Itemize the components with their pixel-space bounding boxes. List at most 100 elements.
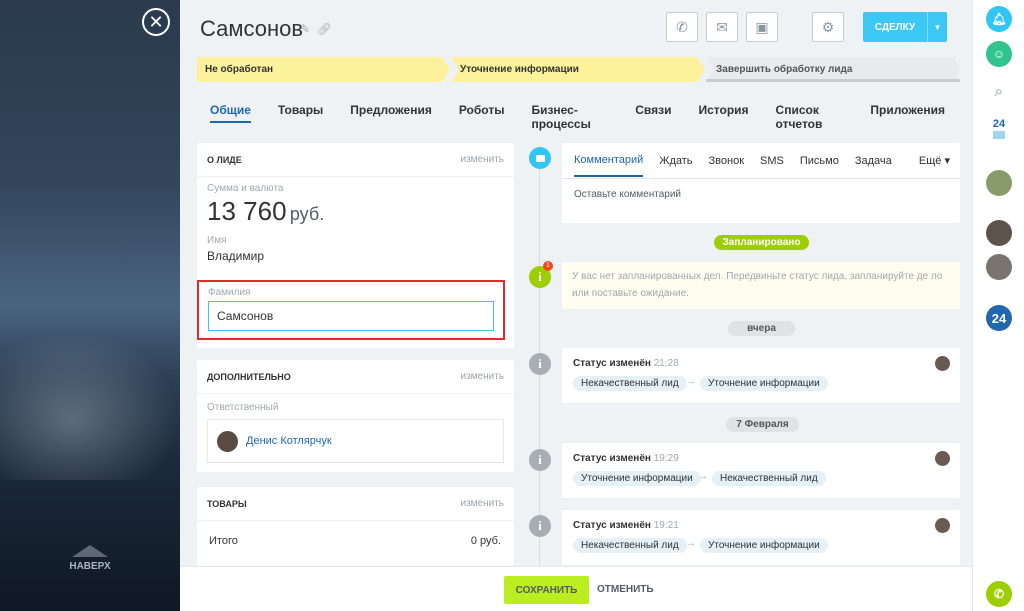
- arrow-right-icon: →: [686, 538, 696, 549]
- tab-robots[interactable]: Роботы: [459, 103, 505, 123]
- edit-link[interactable]: изменить: [460, 154, 504, 165]
- more-label: Ещё: [918, 155, 942, 167]
- comment-icon: [529, 147, 551, 169]
- chat-icon: ☺: [992, 47, 1006, 61]
- timeline-item: Статус изменён 19:21 Некачественный лид …: [562, 510, 960, 565]
- timeline-item: Статус изменён 19:29 Уточнение информаци…: [562, 443, 960, 498]
- name-value: Владимир: [207, 249, 265, 263]
- background-glow: [0, 330, 180, 480]
- chevron-down-icon[interactable]: ▼: [927, 12, 947, 42]
- timeline-item: Статус изменён 21:28 Некачественный лид …: [562, 348, 960, 403]
- planned-badge: Запланировано: [714, 235, 809, 250]
- responsible-link[interactable]: Денис Котлярчук: [246, 435, 332, 447]
- comment-input[interactable]: Оставьте комментарий: [562, 179, 960, 210]
- activity-tab-wait[interactable]: Ждать: [659, 155, 692, 167]
- activity-tab-sms[interactable]: SMS: [760, 155, 784, 167]
- avatar[interactable]: [986, 170, 1012, 196]
- bitrix24-button[interactable]: 24: [986, 305, 1012, 331]
- card-header: ТОВАРЫ изменить: [197, 487, 514, 521]
- back-to-top-button[interactable]: НАВЕРХ: [55, 545, 125, 572]
- tab-offers[interactable]: Предложения: [350, 103, 432, 123]
- avatar: [935, 518, 950, 533]
- additional-card: ДОПОЛНИТЕЛЬНО изменить Ответственный Дени…: [197, 360, 514, 472]
- activity-tab-task[interactable]: Задача: [855, 155, 892, 167]
- activity-editor: Комментарий Ждать Звонок SMS Письмо Зада…: [562, 143, 960, 223]
- edit-pencil-icon[interactable]: ✎: [300, 22, 310, 36]
- status-time: 19:29: [653, 453, 679, 464]
- settings-button[interactable]: ⚙: [812, 12, 844, 42]
- email-button[interactable]: ✉: [706, 12, 738, 42]
- convert-to-deal-button[interactable]: СДЕЛКУ ▼: [863, 12, 947, 42]
- card-title: ДОПОЛНИТЕЛЬНО: [207, 371, 291, 382]
- total-value: 0 руб.: [470, 535, 501, 547]
- tab-bar: Общие Товары Предложения Роботы Бизнес-п…: [200, 103, 972, 131]
- status-from: Некачественный лид: [573, 376, 687, 391]
- name-label: Имя: [207, 235, 227, 246]
- amount-value: 13 760: [207, 196, 287, 226]
- arrow-right-icon: →: [686, 376, 696, 387]
- card-title: ТОВАРЫ: [207, 498, 247, 509]
- bell-icon: 🔔︎: [991, 12, 1007, 26]
- search-button[interactable]: ⌕: [986, 78, 1012, 104]
- lines-icon: [993, 131, 1005, 139]
- info-icon: i: [529, 353, 551, 375]
- date-separator-feb7: 7 Февраля: [726, 417, 799, 432]
- up-arrow-icon: [72, 545, 108, 557]
- tab-general[interactable]: Общие: [210, 103, 251, 123]
- no-plans-notice: У вас нет запланированных дел. Передвинь…: [562, 262, 960, 309]
- card-title: О ЛИДЕ: [207, 154, 242, 165]
- tab-business-processes[interactable]: Бизнес-процессы: [531, 103, 608, 131]
- surname-input[interactable]: Самсонов: [208, 301, 494, 331]
- right-sidebar: 🔔︎ ☺ ⌕ 24 24 ✆: [972, 0, 1024, 611]
- activity-more[interactable]: Ещё ▾: [919, 154, 950, 167]
- notice-counter: 1: [543, 261, 553, 271]
- status-title: Статус изменён: [573, 453, 651, 464]
- avatar: [935, 451, 950, 466]
- chat-icon: ▣: [755, 18, 769, 35]
- date-separator-yesterday: вчера: [728, 321, 795, 336]
- tab-history[interactable]: История: [698, 103, 748, 123]
- tab-products[interactable]: Товары: [278, 103, 323, 123]
- responsible-field[interactable]: Денис Котлярчук: [207, 419, 504, 463]
- back-to-top-label: НАВЕРХ: [69, 561, 111, 572]
- bitrix24-open-lines[interactable]: 24: [986, 118, 1012, 139]
- status-to: Некачественный лид: [712, 471, 826, 486]
- status-title: Статус изменён: [573, 358, 651, 369]
- envelope-icon: ✉: [716, 18, 728, 35]
- products-card: ТОВАРЫ изменить Итого 0 руб.: [197, 487, 514, 566]
- avatar[interactable]: [986, 254, 1012, 280]
- call-button[interactable]: ✆: [666, 12, 698, 42]
- avatar[interactable]: [986, 220, 1012, 246]
- edit-link[interactable]: изменить: [460, 498, 504, 509]
- phone-button[interactable]: ✆: [986, 581, 1012, 607]
- status-to: Уточнение информации: [700, 376, 828, 391]
- info-icon: i: [529, 515, 551, 537]
- activity-tab-email[interactable]: Письмо: [800, 155, 839, 167]
- status-title: Статус изменён: [573, 520, 651, 531]
- tab-apps[interactable]: Приложения: [870, 103, 945, 123]
- activity-tab-comment[interactable]: Комментарий: [574, 144, 644, 177]
- cancel-button[interactable]: ОТМЕНИТЬ: [597, 584, 654, 595]
- avatar: [217, 430, 238, 452]
- link-icon[interactable]: 🔗︎: [317, 22, 332, 36]
- chat-button[interactable]: ▣: [746, 12, 778, 42]
- close-button[interactable]: ✕: [142, 8, 170, 36]
- edit-link[interactable]: изменить: [460, 371, 504, 382]
- phone-icon: ✆: [993, 587, 1005, 601]
- tab-reports[interactable]: Список отчетов: [776, 103, 844, 131]
- about-lead-card: О ЛИДЕ изменить Сумма и валюта 13 760 руб…: [197, 143, 514, 348]
- surname-label: Фамилия: [208, 287, 251, 298]
- status-time: 21:28: [653, 358, 679, 369]
- gear-icon: ⚙: [821, 18, 835, 35]
- stage-label-2: Уточнение информации: [460, 64, 579, 75]
- tab-links[interactable]: Связи: [635, 103, 671, 123]
- chat-button[interactable]: ☺: [986, 41, 1012, 67]
- save-button[interactable]: СОХРАНИТЬ: [504, 576, 589, 604]
- responsible-label: Ответственный: [207, 402, 279, 413]
- stage-label-3: Завершить обработку лида: [716, 64, 853, 75]
- title-actions: ✎ 🔗︎: [300, 22, 332, 36]
- notifications-button[interactable]: 🔔︎: [986, 6, 1012, 32]
- phone-icon: ✆: [676, 18, 688, 35]
- activity-tab-call[interactable]: Звонок: [709, 155, 745, 167]
- status-to: Уточнение информации: [700, 538, 828, 553]
